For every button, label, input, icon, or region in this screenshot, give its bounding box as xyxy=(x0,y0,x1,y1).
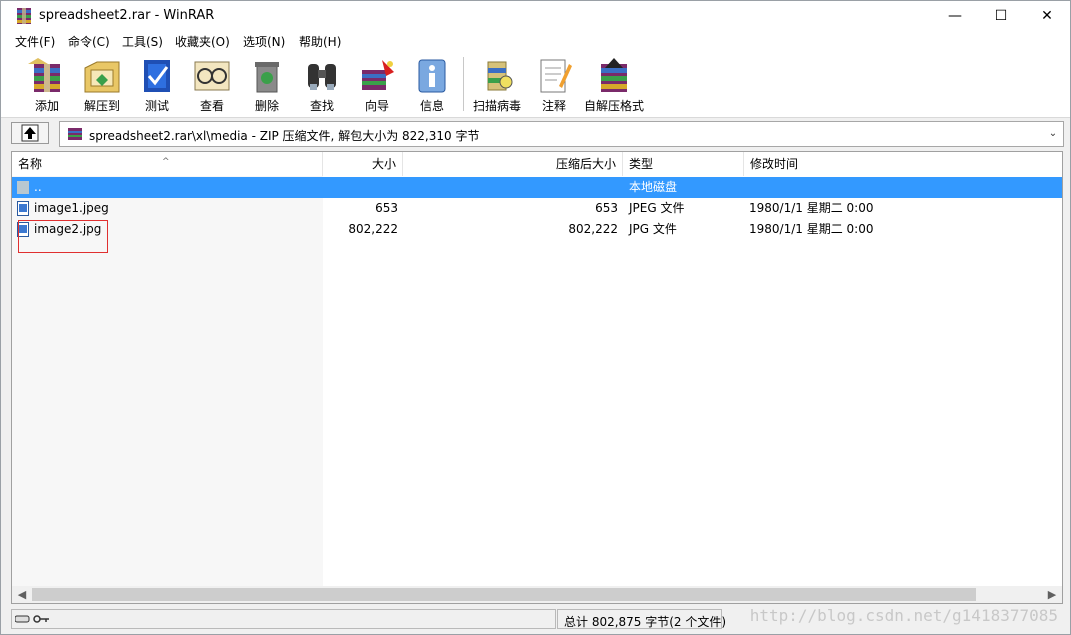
find-button[interactable]: 查找 xyxy=(292,54,352,114)
up-one-level-button[interactable] xyxy=(11,122,49,144)
menu-file[interactable]: 文件(F) xyxy=(15,33,55,50)
extract-to-label: 解压到 xyxy=(83,99,120,113)
add-icon xyxy=(28,58,60,92)
address-field[interactable]: spreadsheet2.rar\xl\media - ZIP 压缩文件, 解包… xyxy=(59,121,1064,147)
column-header-size[interactable]: 大小 xyxy=(323,152,403,176)
test-button[interactable]: 测试 xyxy=(127,54,187,114)
find-label: 查找 xyxy=(309,99,334,113)
menu-bar: 文件(F) 命令(C) 工具(S) 收藏夹(O) 选项(N) 帮助(H) xyxy=(1,32,1070,51)
delete-icon xyxy=(255,62,279,93)
menu-help[interactable]: 帮助(H) xyxy=(299,33,341,50)
sfx-label: 自解压格式 xyxy=(584,99,645,113)
status-total-text: 总计 802,875 字节(2 个文件) xyxy=(564,615,727,629)
toolbar: 添加 解压到 测试 查看 删除 查找 向导 信息 扫描病毒 注释 自解压格式 xyxy=(1,51,1070,118)
wizard-icon xyxy=(362,60,394,90)
comment-button[interactable]: 注释 xyxy=(524,54,584,114)
sort-ascending-icon: ^ xyxy=(162,157,170,167)
info-button[interactable]: 信息 xyxy=(402,54,462,114)
comment-label: 注释 xyxy=(541,99,566,113)
row-type: JPEG 文件 xyxy=(629,201,685,215)
address-text: spreadsheet2.rar\xl\media - ZIP 压缩文件, 解包… xyxy=(89,129,480,143)
address-bar: spreadsheet2.rar\xl\media - ZIP 压缩文件, 解包… xyxy=(1,119,1070,149)
column-header-name-label: 名称 xyxy=(18,157,43,171)
toolbar-separator xyxy=(463,57,464,111)
info-label: 信息 xyxy=(419,99,444,113)
extract-to-icon xyxy=(84,61,120,93)
sfx-icon xyxy=(601,58,627,92)
add-button[interactable]: 添加 xyxy=(17,54,77,114)
view-label: 查看 xyxy=(199,99,224,113)
chevron-down-icon[interactable]: ⌄ xyxy=(1046,126,1060,142)
add-label: 添加 xyxy=(34,99,59,113)
menu-favorites[interactable]: 收藏夹(O) xyxy=(175,33,230,50)
column-header-type[interactable]: 类型 xyxy=(623,152,744,176)
drive-key-icon xyxy=(15,615,49,623)
row-type: 本地磁盘 xyxy=(629,180,678,194)
menu-commands[interactable]: 命令(C) xyxy=(68,33,110,50)
table-row[interactable]: image2.jpg 802,222 802,222 JPG 文件 1980/1… xyxy=(12,219,1062,240)
file-list[interactable]: 名称 ^ 大小 压缩后大小 类型 修改时间 .. 本地磁盘 image1.jpe… xyxy=(11,151,1063,604)
virus-scan-button[interactable]: 扫描病毒 xyxy=(467,54,527,114)
minimize-button[interactable]: — xyxy=(932,1,978,32)
row-name: .. xyxy=(34,180,42,194)
row-packed: 653 xyxy=(595,201,618,215)
sfx-button[interactable]: 自解压格式 xyxy=(584,54,644,114)
menu-tools[interactable]: 工具(S) xyxy=(122,33,163,50)
row-size: 653 xyxy=(375,201,398,215)
up-arrow-icon xyxy=(21,124,39,142)
scroll-left-icon[interactable]: ◀ xyxy=(14,586,30,603)
comment-icon xyxy=(540,59,572,93)
row-modified: 1980/1/1 星期二 0:00 xyxy=(749,201,874,215)
status-total-panel: 总计 802,875 字节(2 个文件) xyxy=(557,609,726,629)
maximize-button[interactable]: ☐ xyxy=(978,1,1024,32)
view-button[interactable]: 查看 xyxy=(182,54,242,114)
test-label: 测试 xyxy=(144,99,169,113)
annotation-highlight-box xyxy=(18,220,108,253)
row-size: 802,222 xyxy=(348,222,398,236)
close-button[interactable]: ✕ xyxy=(1024,1,1070,32)
column-header-modified[interactable]: 修改时间 xyxy=(744,152,1062,176)
archive-icon xyxy=(68,128,82,140)
row-type: JPG 文件 xyxy=(629,222,677,236)
menu-options[interactable]: 选项(N) xyxy=(243,33,285,50)
test-icon xyxy=(144,60,170,92)
scrollbar-thumb[interactable] xyxy=(32,588,976,601)
window-title: spreadsheet2.rar - WinRAR xyxy=(39,8,215,23)
info-icon xyxy=(418,59,446,93)
column-header-name[interactable]: 名称 ^ xyxy=(12,152,323,176)
delete-button[interactable]: 删除 xyxy=(237,54,297,114)
row-packed: 802,222 xyxy=(568,222,618,236)
list-header: 名称 ^ 大小 压缩后大小 类型 修改时间 xyxy=(12,152,1062,176)
find-icon xyxy=(308,64,336,90)
wizard-label: 向导 xyxy=(364,99,389,113)
row-packed xyxy=(403,177,618,198)
status-bar: 总计 802,875 字节(2 个文件) http://blog.csdn.ne… xyxy=(1,606,1070,634)
table-row-parent[interactable]: .. 本地磁盘 xyxy=(12,177,1062,198)
winrar-window: spreadsheet2.rar - WinRAR — ☐ ✕ 文件(F) 命令… xyxy=(0,0,1071,635)
delete-label: 删除 xyxy=(254,99,279,113)
scroll-right-icon[interactable]: ▶ xyxy=(1044,586,1060,603)
row-size xyxy=(323,177,398,198)
table-row[interactable]: image1.jpeg 653 653 JPEG 文件 1980/1/1 星期二… xyxy=(12,198,1062,219)
view-icon xyxy=(194,61,230,91)
winrar-app-icon xyxy=(17,8,31,24)
column-header-packed[interactable]: 压缩后大小 xyxy=(403,152,623,176)
row-modified: 1980/1/1 星期二 0:00 xyxy=(749,222,874,236)
folder-up-icon xyxy=(17,181,29,194)
row-name: image1.jpeg xyxy=(34,201,109,215)
image-file-icon xyxy=(17,201,29,216)
horizontal-scrollbar[interactable]: ◀ ▶ xyxy=(12,586,1062,603)
virus-scan-label: 扫描病毒 xyxy=(472,99,521,113)
wizard-button[interactable]: 向导 xyxy=(347,54,407,114)
title-bar[interactable]: spreadsheet2.rar - WinRAR — ☐ ✕ xyxy=(1,1,1070,32)
watermark-text: http://blog.csdn.net/g1418377085 xyxy=(749,606,1058,625)
status-left-panel xyxy=(11,609,556,629)
virus-scan-icon xyxy=(487,61,513,91)
extract-to-button[interactable]: 解压到 xyxy=(72,54,132,114)
